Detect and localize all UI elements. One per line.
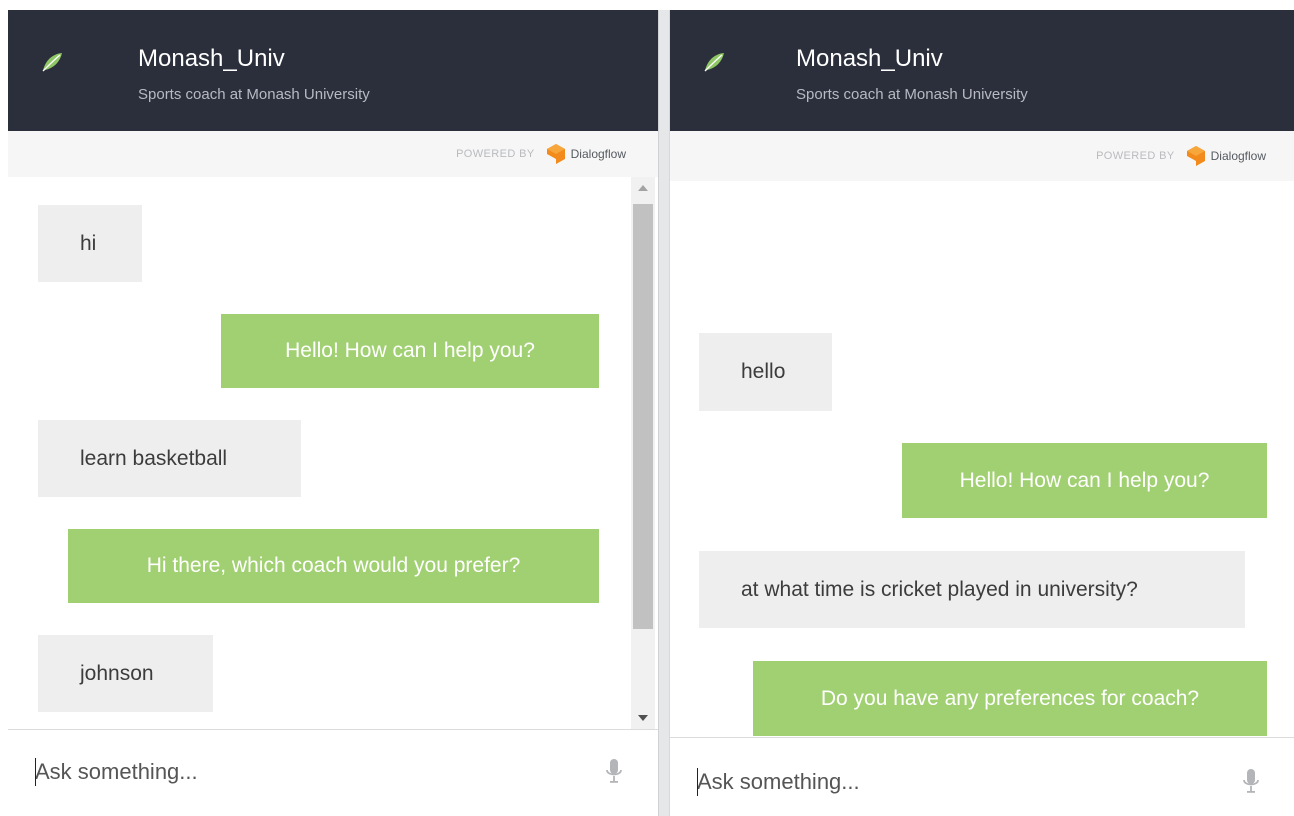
chat-input-bar (8, 729, 658, 816)
user-message: johnson (38, 635, 213, 712)
powered-by-bar: POWERED BY Dialogflow (8, 131, 658, 177)
dialogflow-icon (1186, 146, 1205, 166)
user-message: learn basketball (38, 420, 301, 497)
message-list[interactable]: hello Hello! How can I help you? at what… (670, 181, 1294, 737)
agent-name: Monash_Univ (138, 45, 285, 72)
user-message: hello (699, 333, 832, 411)
scroll-up-arrow-icon[interactable] (638, 185, 648, 191)
chat-widget-right: Monash_Univ Sports coach at Monash Unive… (670, 10, 1294, 816)
bot-message: Hello! How can I help you? (221, 314, 599, 388)
chat-widget-left: Monash_Univ Sports coach at Monash Unive… (8, 10, 658, 816)
powered-by-label: POWERED BY (456, 148, 535, 160)
panel-divider (658, 10, 670, 816)
dialogflow-icon (546, 144, 565, 164)
dialogflow-brand: Dialogflow (570, 147, 626, 161)
agent-name: Monash_Univ (796, 45, 943, 72)
screen: Monash_Univ Sports coach at Monash Unive… (0, 0, 1294, 816)
text-caret (35, 758, 36, 786)
message-list[interactable]: hi Hello! How can I help you? learn bask… (8, 177, 658, 729)
chat-input-bar (670, 737, 1294, 816)
microphone-icon[interactable] (1243, 768, 1259, 794)
dialogflow-brand: Dialogflow (1210, 149, 1266, 163)
message-scrollbar[interactable] (631, 177, 655, 729)
powered-by-badge[interactable]: POWERED BY Dialogflow (456, 144, 626, 164)
chat-input[interactable] (697, 764, 1217, 800)
bot-message: Do you have any preferences for coach? (753, 661, 1267, 736)
chat-header: Monash_Univ Sports coach at Monash Unive… (8, 10, 658, 131)
leaf-logo-icon (704, 53, 724, 72)
agent-description: Sports coach at Monash University (796, 86, 1028, 103)
microphone-icon[interactable] (606, 758, 622, 784)
powered-by-badge[interactable]: POWERED BY Dialogflow (1096, 146, 1266, 166)
text-caret (697, 768, 698, 796)
chat-header: Monash_Univ Sports coach at Monash Unive… (670, 10, 1294, 131)
bot-message: Hi there, which coach would you prefer? (68, 529, 599, 603)
leaf-logo-icon (42, 53, 62, 72)
agent-description: Sports coach at Monash University (138, 86, 370, 103)
bot-message: Hello! How can I help you? (902, 443, 1267, 518)
powered-by-bar: POWERED BY Dialogflow (670, 131, 1294, 181)
scroll-thumb[interactable] (633, 204, 653, 629)
chat-input[interactable] (35, 754, 555, 790)
powered-by-label: POWERED BY (1096, 150, 1175, 162)
user-message: at what time is cricket played in univer… (699, 551, 1245, 628)
scroll-down-arrow-icon[interactable] (638, 715, 648, 721)
user-message: hi (38, 205, 142, 282)
